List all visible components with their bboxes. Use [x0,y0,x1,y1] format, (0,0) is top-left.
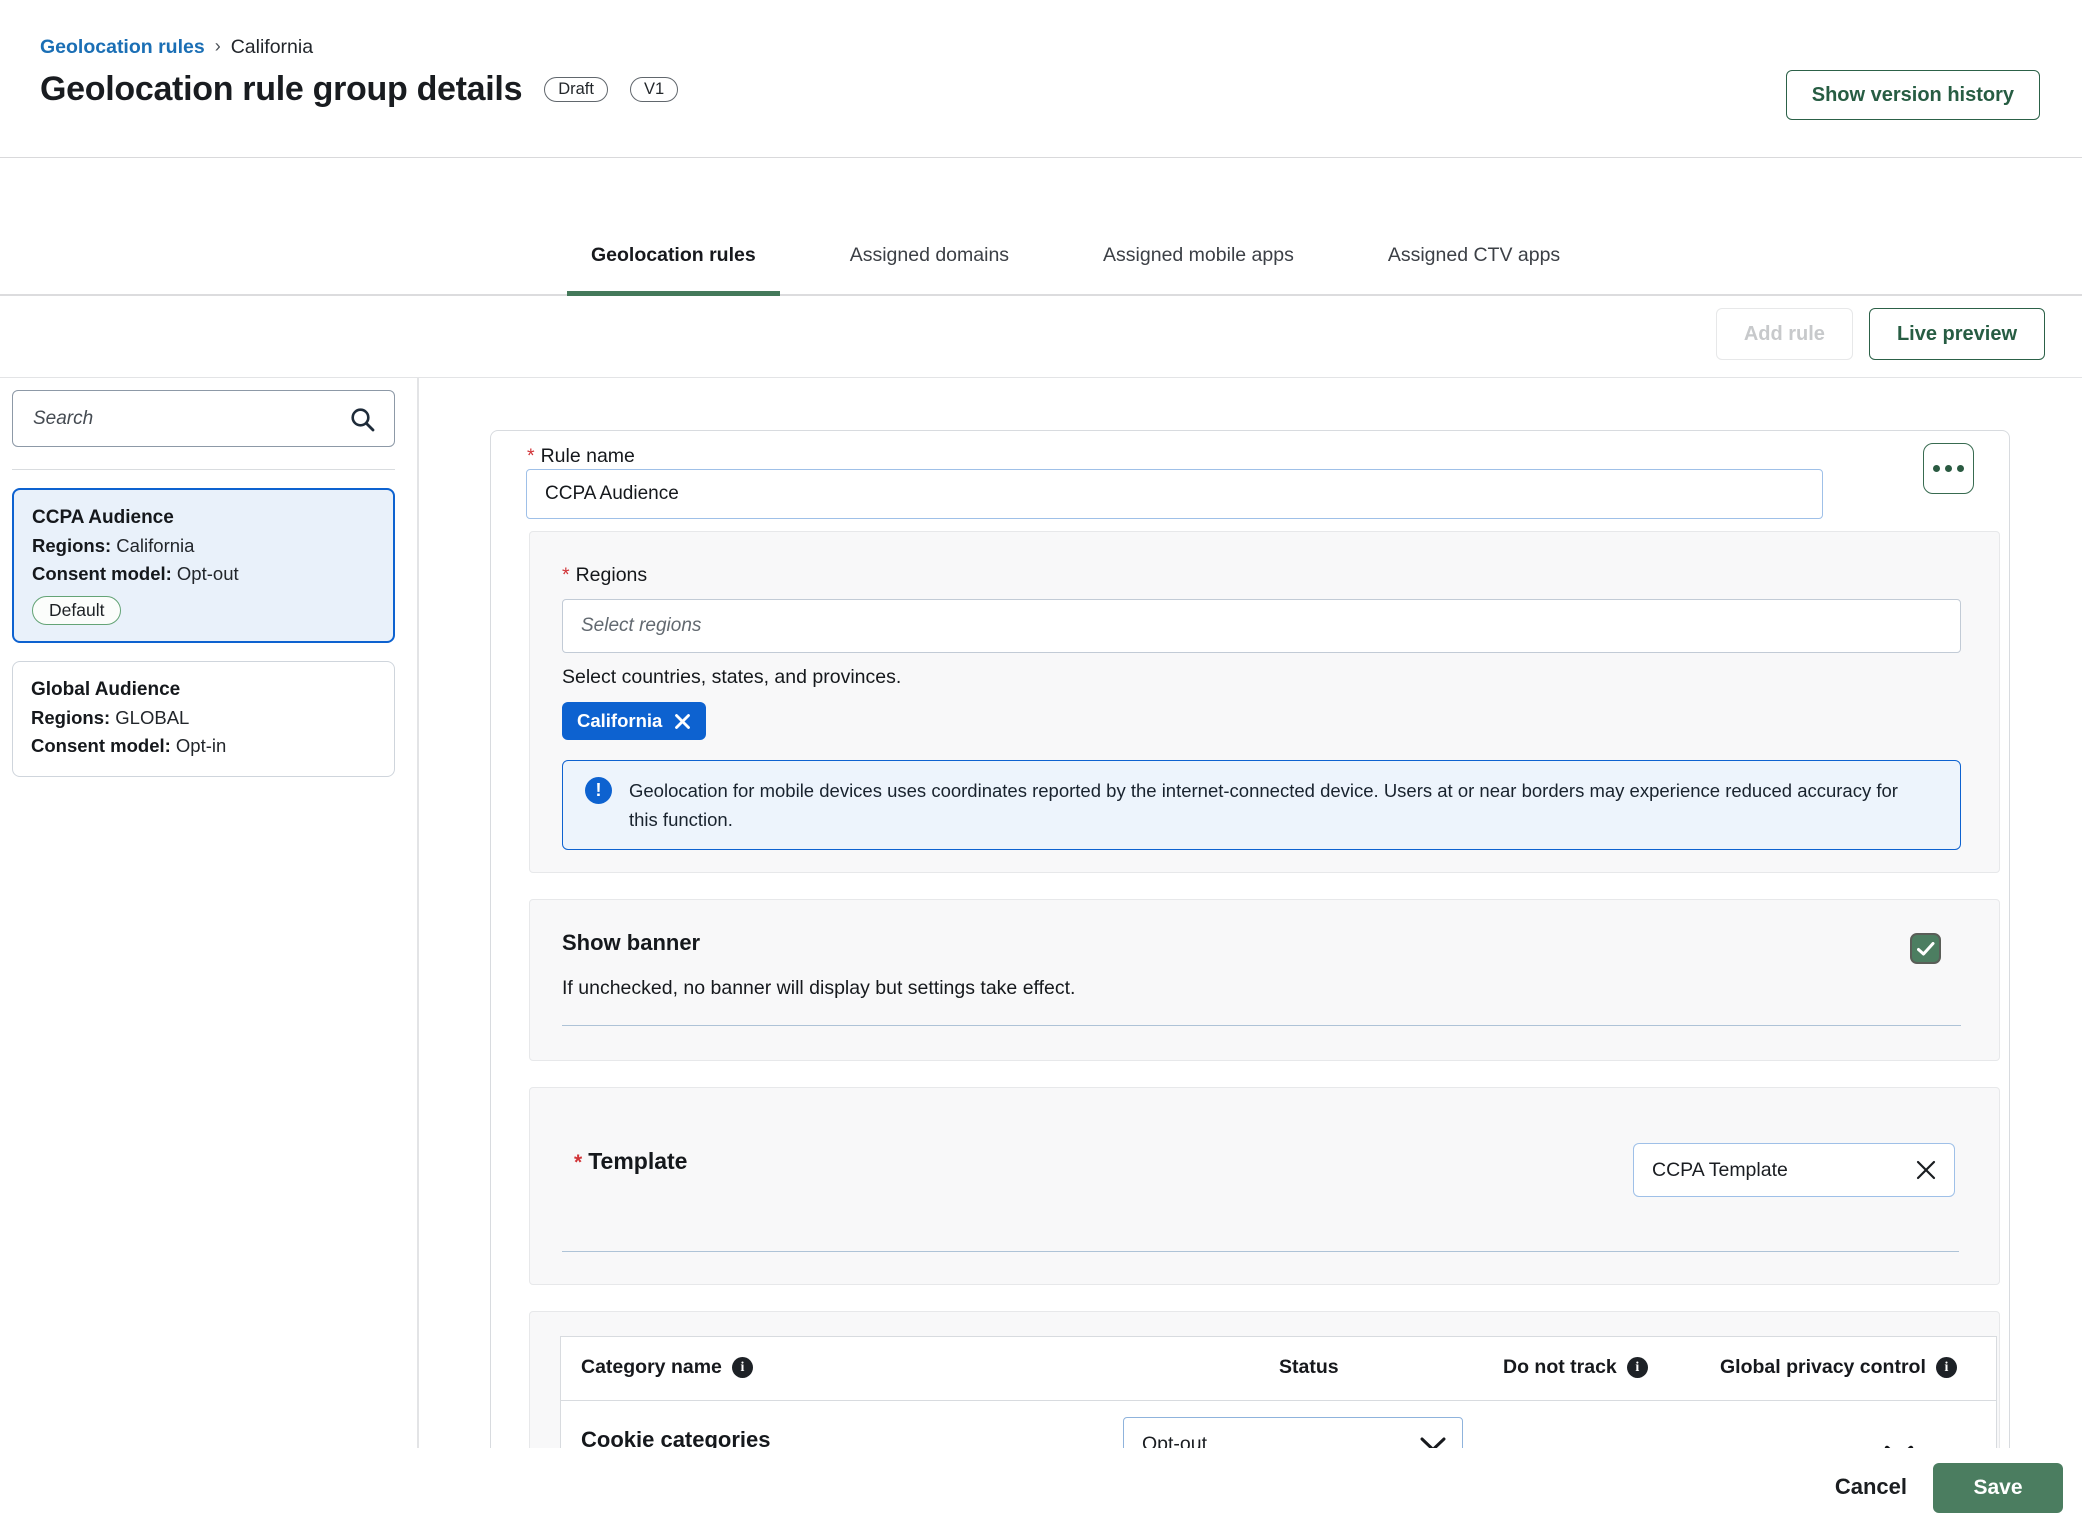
chevron-right-icon: › [215,36,221,57]
section-divider [562,1251,1959,1252]
form-sections: *Regions Select countries, states, and p… [529,531,2000,1528]
tab-assigned-ctv-apps[interactable]: Assigned CTV apps [1364,238,1584,294]
geolocation-info-alert: ! Geolocation for mobile devices uses co… [562,760,1961,850]
column-global-privacy-control: Global privacy control i [1720,1356,1957,1379]
rule-card-name: CCPA Audience [32,504,375,532]
live-preview-button[interactable]: Live preview [1869,308,2045,360]
version-badge: V1 [630,77,678,102]
save-button[interactable]: Save [1933,1463,2063,1513]
action-footer: Cancel Save [0,1448,2082,1528]
info-icon[interactable]: i [1936,1357,1957,1378]
template-label: *Template [574,1148,687,1175]
column-category-name: Category name i [581,1356,753,1379]
title-row: Geolocation rule group details Draft V1 [40,70,678,109]
breadcrumb: Geolocation rules › California [40,36,313,59]
sidebar-divider [12,469,395,470]
template-selector[interactable]: CCPA Template [1633,1143,1955,1197]
tab-assigned-mobile-apps[interactable]: Assigned mobile apps [1079,238,1318,294]
kebab-dot [1945,465,1952,472]
regions-select-input[interactable] [562,599,1961,653]
region-chip-california[interactable]: California [562,702,706,740]
header-divider [0,157,2082,158]
show-banner-checkbox[interactable] [1910,933,1941,964]
rule-card-regions: Regions: California [32,532,375,560]
rule-card-global-audience[interactable]: Global Audience Regions: GLOBAL Consent … [12,661,395,777]
required-asterisk: * [562,564,570,586]
page-title: Geolocation rule group details [40,70,522,109]
template-value: CCPA Template [1652,1159,1788,1182]
status-badge: Draft [544,77,608,102]
tab-geolocation-rules[interactable]: Geolocation rules [567,238,780,294]
categories-table-header: Category name i Status Do not track i Gl… [561,1337,1996,1401]
rule-card-consent-model: Consent model: Opt-in [31,732,376,760]
alert-text: Geolocation for mobile devices uses coor… [629,776,1899,834]
show-banner-section: Show banner If unchecked, no banner will… [529,899,2000,1061]
rule-detail-panel: *Rule name *Regions Select countries, st… [490,430,2010,1528]
rule-menu-button[interactable] [1923,443,1974,494]
regions-section: *Regions Select countries, states, and p… [529,531,2000,873]
cancel-button[interactable]: Cancel [1835,1474,1907,1500]
regions-helper-text: Select countries, states, and provinces. [562,666,1961,689]
template-section: *Template CCPA Template [529,1087,2000,1285]
rule-name-label: *Rule name [527,445,635,468]
rule-card-name: Global Audience [31,676,376,704]
kebab-dot [1957,465,1964,472]
search-icon [349,406,376,433]
kebab-dot [1933,465,1940,472]
regions-label: *Regions [562,564,1961,587]
required-asterisk: * [574,1151,582,1174]
column-status: Status [1279,1356,1339,1379]
default-badge: Default [32,596,121,625]
toolbar: Add rule Live preview [1716,308,2045,360]
toolbar-divider [0,377,2082,378]
rules-sidebar: CCPA Audience Regions: California Consen… [12,390,395,777]
checkmark-icon [1917,942,1935,956]
rule-card-consent-model: Consent model: Opt-out [32,560,375,588]
breadcrumb-link-geolocation-rules[interactable]: Geolocation rules [40,36,205,59]
tab-strip: Geolocation rules Assigned domains Assig… [0,238,2082,296]
info-icon[interactable]: i [1627,1357,1648,1378]
section-divider [562,1025,1961,1026]
page: Geolocation rules › California Geolocati… [0,0,2082,1528]
show-banner-description: If unchecked, no banner will display but… [562,977,1961,1000]
sidebar-content-divider [417,378,419,1528]
search-input[interactable] [13,391,394,446]
rule-name-input[interactable] [526,469,1823,519]
add-rule-button[interactable]: Add rule [1716,308,1853,360]
rule-card-regions: Regions: GLOBAL [31,704,376,732]
required-asterisk: * [527,445,535,467]
clear-template-icon[interactable] [1914,1158,1938,1182]
search-box [12,390,395,447]
breadcrumb-current: California [231,36,313,59]
column-do-not-track: Do not track i [1503,1356,1648,1379]
region-chip-label: California [577,710,662,732]
chip-remove-icon[interactable] [674,713,691,730]
alert-exclamation-icon: ! [585,777,612,804]
tab-assigned-domains[interactable]: Assigned domains [826,238,1033,294]
show-version-history-button[interactable]: Show version history [1786,70,2040,120]
show-banner-label: Show banner [562,930,1961,956]
selected-regions: California [562,702,1961,740]
info-icon[interactable]: i [732,1357,753,1378]
rule-card-ccpa-audience[interactable]: CCPA Audience Regions: California Consen… [12,488,395,643]
